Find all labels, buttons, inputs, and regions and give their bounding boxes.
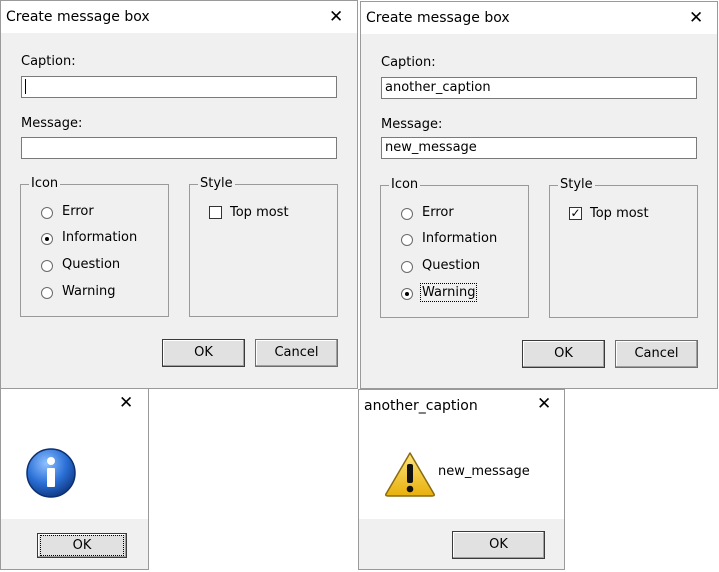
message-text: new_message: [438, 464, 530, 479]
radio-button[interactable]: [401, 208, 413, 220]
checkbox[interactable]: [209, 206, 222, 219]
message-input[interactable]: [21, 137, 337, 159]
radio-button[interactable]: [41, 260, 53, 272]
message-label: Message:: [381, 117, 443, 132]
ok-button[interactable]: OK: [452, 531, 545, 559]
cancel-button[interactable]: Cancel: [255, 339, 338, 367]
message-input[interactable]: new_message: [381, 137, 697, 159]
radio-button[interactable]: [401, 261, 413, 273]
create-message-box-dialog-left: Create message box ✕ Caption: Message: I…: [0, 0, 358, 389]
information-icon: [26, 448, 76, 498]
style-group-label: Style: [558, 177, 595, 192]
create-message-box-dialog-right: Create message box ✕ Caption: another_ca…: [360, 1, 718, 389]
message-box-left: ✕ OK: [0, 389, 149, 570]
ok-button[interactable]: OK: [162, 339, 245, 367]
close-icon[interactable]: ✕: [119, 395, 133, 412]
radio-button[interactable]: [401, 234, 413, 246]
radio-button[interactable]: [41, 207, 53, 219]
radio-button-selected[interactable]: [41, 233, 53, 245]
radio-button-selected[interactable]: [401, 288, 413, 300]
ok-button[interactable]: OK: [522, 340, 605, 368]
message-label: Message:: [21, 116, 83, 131]
radio-button[interactable]: [41, 287, 53, 299]
style-group-label: Style: [198, 176, 235, 191]
caption-label: Caption:: [21, 54, 76, 69]
close-icon[interactable]: ✕: [537, 396, 551, 413]
icon-group-label: Icon: [29, 176, 61, 191]
close-icon[interactable]: ✕: [689, 10, 703, 27]
ok-button[interactable]: OK: [37, 533, 127, 558]
style-group: Style: [189, 176, 338, 317]
title-bar: Create message box ✕: [361, 2, 717, 34]
text-caret: [25, 79, 26, 94]
checkbox-checked[interactable]: ✓: [569, 207, 582, 220]
style-group: Style: [549, 177, 698, 318]
window-title: another_caption: [364, 398, 478, 414]
title-bar: Create message box ✕: [1, 1, 357, 33]
message-box-right: another_caption ✕ new_message OK: [358, 389, 565, 570]
caption-input[interactable]: [21, 76, 337, 98]
close-icon[interactable]: ✕: [329, 9, 343, 26]
caption-label: Caption:: [381, 55, 436, 70]
cancel-button[interactable]: Cancel: [615, 340, 698, 368]
window-title: Create message box: [6, 9, 150, 25]
window-title: Create message box: [366, 10, 510, 26]
caption-input[interactable]: another_caption: [381, 77, 697, 99]
warning-icon: [385, 452, 435, 497]
icon-group-label: Icon: [389, 177, 421, 192]
